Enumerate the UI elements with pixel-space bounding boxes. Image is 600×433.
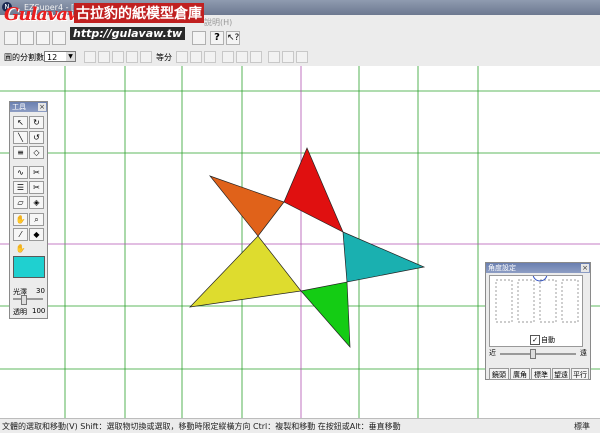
tool3-icon[interactable] (112, 51, 124, 63)
star-piece-teal[interactable] (342, 231, 426, 283)
sub-toolbar: 圓的分割數 12 ▼ 等分 (0, 48, 600, 67)
star-piece-red[interactable] (283, 147, 344, 233)
status-message: 文體的選取和移動(V) Shift：選取物切換或選取，移動時限定縱橫方向 Ctr… (2, 422, 401, 431)
select-arrow-icon[interactable]: ↖ (13, 116, 28, 129)
scissors-icon[interactable]: ✂ (29, 166, 44, 179)
distance-slider[interactable] (500, 353, 576, 355)
arc-icon[interactable]: ↺ (29, 131, 44, 144)
angle-settings-panel: 角度設定 × ✓ 自動 近 遠 鏡頭 廣角 標準 望遠 平行 (485, 262, 591, 380)
line-icon[interactable]: ╲ (13, 131, 28, 144)
current-color-swatch[interactable] (13, 256, 45, 278)
divisions-label: 圓的分割數 (4, 53, 44, 62)
divisions-select[interactable]: 12 ▼ (44, 51, 76, 62)
star-piece-green[interactable] (300, 281, 351, 348)
eyedropper-icon[interactable]: ⁄ (13, 228, 28, 241)
opacity-value: 100 (32, 307, 46, 315)
star-piece-orange[interactable] (208, 175, 285, 237)
gloss-slider[interactable] (13, 298, 43, 300)
far-label: 遠 (580, 349, 587, 357)
div1-icon[interactable] (176, 51, 188, 63)
tool5-icon[interactable] (140, 51, 152, 63)
align3-icon[interactable] (250, 51, 262, 63)
align5-icon[interactable] (282, 51, 294, 63)
align-icon[interactable]: ☰ (13, 181, 28, 194)
angle-panel-title: 角度設定 (488, 264, 516, 272)
cut-icon[interactable]: ✂ (29, 181, 44, 194)
gloss-value: 30 (36, 287, 45, 295)
status-mode: 標準 (574, 422, 590, 431)
angle-panel-header: 角度設定 × (486, 263, 590, 273)
gloss-slider-knob[interactable] (21, 295, 27, 305)
lens-button[interactable]: 鏡頭 (489, 368, 509, 380)
cube-icon[interactable]: ◈ (29, 196, 44, 209)
opacity-label: 透明 (13, 308, 27, 316)
rotate-icon[interactable]: ↻ (29, 116, 44, 129)
pan-hand-icon[interactable]: ✋ (13, 243, 28, 256)
div3-icon[interactable] (204, 51, 216, 63)
status-bar: 文體的選取和移動(V) Shift：選取物切換或選取，移動時限定縱橫方向 Ctr… (0, 418, 600, 433)
align2-icon[interactable] (236, 51, 248, 63)
telephoto-button[interactable]: 望遠 (552, 368, 570, 380)
watermark-logo: Gulavaw 古拉豹的紙模型倉庫 http://gulavaw.tw (0, 0, 204, 46)
logo-url: http://gulavaw.tw (70, 27, 186, 40)
align4-icon[interactable] (268, 51, 280, 63)
standard-button[interactable]: 標準 (531, 368, 551, 380)
equal-division-label: 等分 (156, 53, 172, 62)
node-icon[interactable]: ∿ (13, 166, 28, 179)
polygon-icon[interactable]: ◇ (29, 146, 44, 159)
tools-panel: 工具 × ↖ ↻ ╲ ↺ ≡ ◇ ∿ ✂ ☰ ✂ ▱ ◈ ✋ ⌕ ⁄ ◆ ✋ 光… (9, 101, 48, 319)
multi-line-icon[interactable]: ≡ (13, 146, 28, 159)
align6-icon[interactable] (296, 51, 308, 63)
fill-bucket-icon[interactable]: ◆ (29, 228, 44, 241)
distance-slider-knob[interactable] (530, 349, 536, 359)
help-cursor-button[interactable]: ↖? (226, 31, 240, 45)
chevron-down-icon: ▼ (66, 52, 75, 61)
near-label: 近 (489, 349, 496, 357)
star[interactable] (189, 147, 426, 348)
tools-panel-title: 工具 (12, 103, 26, 111)
align1-icon[interactable] (222, 51, 234, 63)
pencil-icon[interactable] (84, 51, 96, 63)
zoom-icon[interactable]: ⌕ (29, 213, 44, 226)
tools-panel-header: 工具 × (10, 102, 47, 112)
logo-name: 古拉豹的紙模型倉庫 (74, 3, 204, 23)
menu-help[interactable]: 說明(H) (204, 17, 232, 28)
star-piece-yellow[interactable] (189, 235, 302, 308)
logo-brand: Gulavaw (4, 4, 83, 25)
parallel-button[interactable]: 平行 (571, 368, 589, 380)
close-icon[interactable]: × (581, 264, 589, 272)
auto-label: 自動 (541, 336, 555, 344)
auto-checkbox[interactable]: ✓ (530, 335, 540, 345)
hint-icon[interactable]: ? (210, 31, 224, 45)
tool4-icon[interactable] (126, 51, 138, 63)
tool2-icon[interactable] (98, 51, 110, 63)
divisions-value: 12 (47, 53, 58, 62)
close-icon[interactable]: × (38, 103, 46, 111)
hand-icon[interactable]: ✋ (13, 213, 28, 226)
div2-icon[interactable] (190, 51, 202, 63)
shape-icon[interactable]: ▱ (13, 196, 28, 209)
wide-angle-button[interactable]: 廣角 (510, 368, 530, 380)
